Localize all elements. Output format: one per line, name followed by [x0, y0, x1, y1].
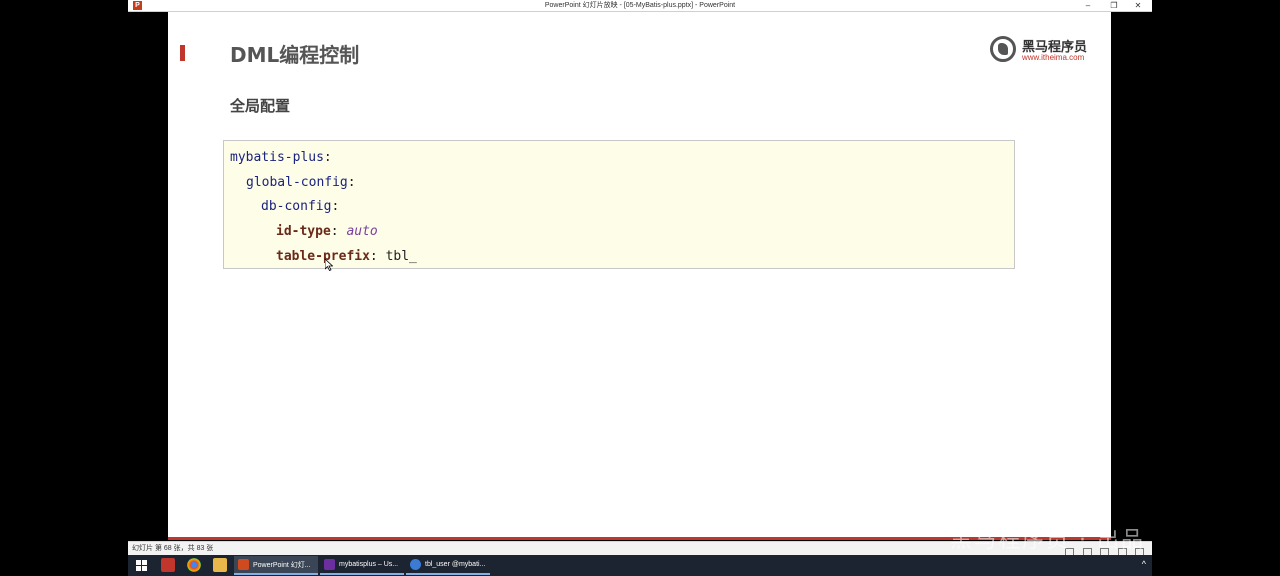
- code-sep: :: [330, 224, 347, 239]
- slide-subtitle: 全局配置: [230, 97, 291, 115]
- window-title: PowerPoint 幻灯片放映 - [05-MyBatis-plus.pptx…: [544, 2, 736, 9]
- mouse-pointer-icon: [325, 259, 333, 271]
- window-title-bar: P PowerPoint 幻灯片放映 - [05-MyBatis-plus.pp…: [128, 0, 1152, 12]
- file-explorer-icon[interactable]: [213, 558, 227, 572]
- minimize-button[interactable]: –: [1076, 0, 1100, 11]
- code-sep: :: [323, 150, 332, 165]
- taskbar-app-label: tbl_user @mybati...: [425, 561, 486, 568]
- datagrip-icon: [410, 559, 421, 570]
- slide-title: DML编程控制: [230, 43, 360, 67]
- restore-button[interactable]: ❐: [1102, 0, 1126, 11]
- code-value: tbl_: [385, 249, 417, 264]
- title-accent-bar: [180, 45, 185, 61]
- code-line: table-prefix: tbl_: [276, 249, 417, 264]
- taskbar: PowerPoint 幻灯... mybatisplus – Us... tbl…: [128, 555, 1152, 576]
- code-key: id-type: [276, 224, 331, 239]
- taskbar-app-intellij[interactable]: mybatisplus – Us...: [320, 556, 404, 575]
- code-sep: :: [331, 199, 340, 214]
- taskbar-app-powerpoint[interactable]: PowerPoint 幻灯...: [234, 556, 318, 575]
- code-line: global-config:: [246, 175, 356, 190]
- code-sep: :: [369, 249, 386, 264]
- code-line: id-type: auto: [276, 224, 378, 239]
- taskbar-app-datagrip[interactable]: tbl_user @mybati...: [406, 556, 490, 575]
- code-key: db-config: [261, 199, 332, 214]
- code-key: global-config: [246, 175, 348, 190]
- tray-chevron-icon[interactable]: ^: [1142, 559, 1146, 569]
- taskbar-app-label: PowerPoint 幻灯...: [253, 561, 311, 569]
- taskbar-app-label: mybatisplus – Us...: [339, 561, 399, 568]
- close-button[interactable]: ✕: [1126, 0, 1150, 11]
- slide: DML编程控制 黑马程序员 www.itheima.com 全局配置 mybat…: [168, 12, 1111, 540]
- horse-logo-icon: [990, 36, 1016, 62]
- chrome-icon[interactable]: [187, 558, 201, 572]
- pinned-app-icon[interactable]: [161, 558, 175, 572]
- code-key: mybatis-plus: [230, 150, 324, 165]
- code-line: db-config:: [261, 199, 339, 214]
- code-line: mybatis-plus:: [230, 150, 332, 165]
- windows-start-icon[interactable]: [136, 560, 147, 571]
- powerpoint-icon: [238, 559, 249, 570]
- intellij-icon: [324, 559, 335, 570]
- logo-url: www.itheima.com: [1022, 53, 1085, 62]
- code-sep: :: [347, 175, 356, 190]
- yaml-code-block: mybatis-plus: global-config: db-config: …: [223, 140, 1015, 269]
- code-value: auto: [346, 224, 378, 239]
- slide-counter: 幻灯片 第 68 张，共 83 张: [132, 545, 214, 552]
- itheima-logo: 黑马程序员 www.itheima.com: [990, 34, 1090, 64]
- video-watermark: 黑马程序员 · 出品: [950, 528, 1145, 553]
- code-key: table-prefix: [276, 249, 370, 264]
